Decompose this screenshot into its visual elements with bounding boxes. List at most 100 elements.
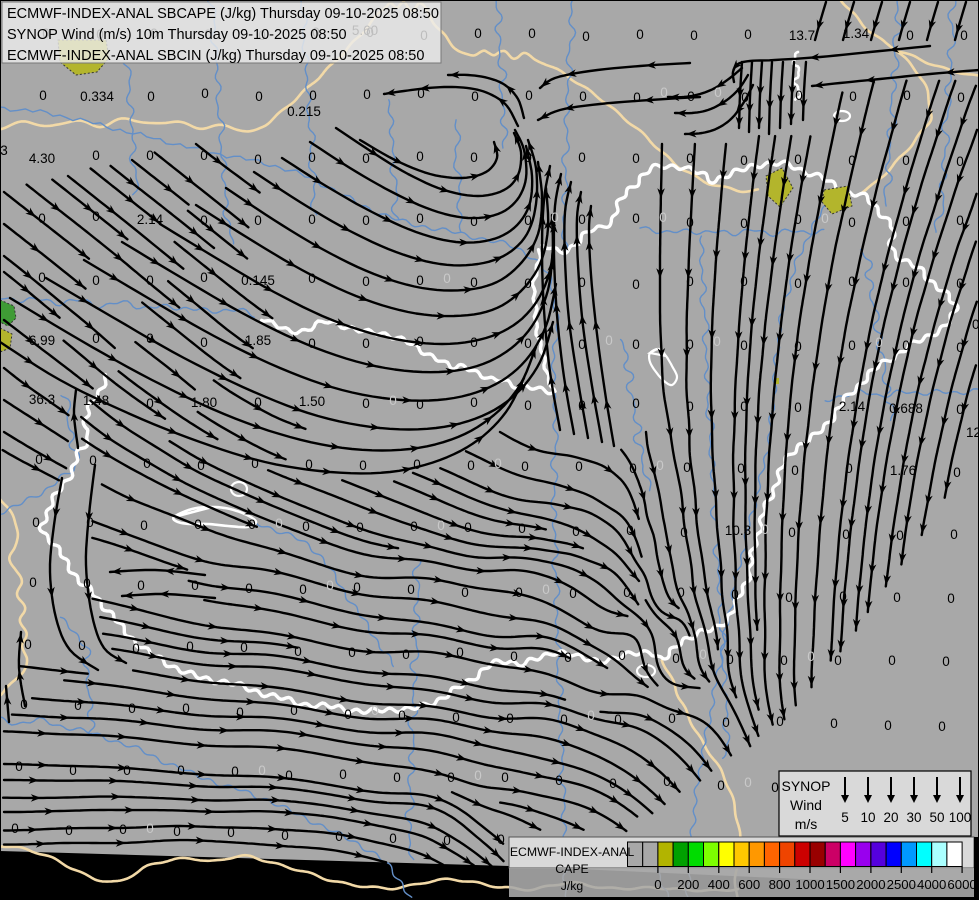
svg-text:0: 0 xyxy=(686,399,694,414)
svg-text:0: 0 xyxy=(578,398,586,413)
svg-text:0: 0 xyxy=(177,763,185,778)
svg-text:0: 0 xyxy=(902,338,910,353)
svg-text:0: 0 xyxy=(417,86,425,101)
svg-text:0: 0 xyxy=(89,453,97,468)
svg-text:0: 0 xyxy=(35,452,43,467)
svg-text:0: 0 xyxy=(464,520,472,535)
svg-text:0: 0 xyxy=(20,697,28,712)
svg-text:0: 0 xyxy=(524,276,532,291)
svg-text:0: 0 xyxy=(362,213,370,228)
svg-text:0: 0 xyxy=(416,149,424,164)
svg-text:0: 0 xyxy=(632,151,640,166)
svg-text:0.145: 0.145 xyxy=(241,273,275,288)
svg-text:0: 0 xyxy=(888,653,896,668)
svg-text:0: 0 xyxy=(255,89,263,104)
svg-text:0: 0 xyxy=(726,652,734,667)
svg-text:ECMWF-INDEX-ANAL: ECMWF-INDEX-ANAL xyxy=(510,845,634,859)
svg-text:0: 0 xyxy=(92,273,100,288)
svg-text:4.30: 4.30 xyxy=(29,151,55,166)
svg-text:20: 20 xyxy=(883,810,898,825)
svg-text:0: 0 xyxy=(182,701,190,716)
svg-text:0: 0 xyxy=(254,152,262,167)
svg-text:0: 0 xyxy=(92,209,100,224)
svg-text:0: 0 xyxy=(938,719,946,734)
svg-text:0: 0 xyxy=(683,460,691,475)
svg-text:0: 0 xyxy=(569,586,577,601)
svg-text:0: 0 xyxy=(413,457,421,472)
svg-text:CAPE: CAPE xyxy=(555,862,589,876)
svg-text:0: 0 xyxy=(86,515,94,530)
svg-text:0: 0 xyxy=(687,89,695,104)
svg-text:0: 0 xyxy=(146,148,154,163)
svg-text:6.99: 6.99 xyxy=(29,333,55,348)
svg-text:0: 0 xyxy=(389,831,397,846)
svg-text:0: 0 xyxy=(942,654,950,669)
svg-text:0: 0 xyxy=(636,27,644,42)
svg-text:0: 0 xyxy=(740,216,748,231)
svg-text:200: 200 xyxy=(677,877,699,892)
svg-text:0: 0 xyxy=(119,822,127,837)
svg-text:0: 0 xyxy=(132,641,140,656)
svg-text:0: 0 xyxy=(524,150,532,165)
svg-text:1.80: 1.80 xyxy=(191,395,217,410)
svg-text:2500: 2500 xyxy=(887,877,916,892)
svg-text:0: 0 xyxy=(461,585,469,600)
svg-text:36.3: 36.3 xyxy=(29,392,55,407)
svg-text:0: 0 xyxy=(587,708,595,723)
svg-text:0: 0 xyxy=(128,701,136,716)
svg-text:600: 600 xyxy=(738,877,760,892)
svg-text:0: 0 xyxy=(957,90,965,105)
svg-text:0.17: 0.17 xyxy=(972,317,979,332)
svg-text:0: 0 xyxy=(191,578,199,593)
svg-text:0: 0 xyxy=(578,212,586,227)
svg-text:0: 0 xyxy=(663,774,671,789)
svg-text:0: 0 xyxy=(510,649,518,664)
svg-text:1.76: 1.76 xyxy=(890,463,916,478)
svg-text:0: 0 xyxy=(227,825,235,840)
svg-text:0: 0 xyxy=(744,27,752,42)
svg-text:0: 0 xyxy=(848,215,856,230)
svg-text:0: 0 xyxy=(140,518,148,533)
svg-text:0: 0 xyxy=(38,211,46,226)
svg-text:0: 0 xyxy=(15,759,23,774)
svg-text:0: 0 xyxy=(308,212,316,227)
svg-text:0: 0 xyxy=(830,716,838,731)
svg-text:1.85: 1.85 xyxy=(245,333,271,348)
svg-text:0: 0 xyxy=(474,768,482,783)
svg-text:0: 0 xyxy=(38,270,46,285)
svg-text:0: 0 xyxy=(740,338,748,353)
svg-text:0: 0 xyxy=(956,340,964,355)
svg-text:0: 0 xyxy=(201,86,209,101)
svg-text:0: 0 xyxy=(633,90,641,105)
svg-text:0: 0 xyxy=(470,275,478,290)
svg-text:0: 0 xyxy=(609,776,617,791)
svg-text:0: 0 xyxy=(359,458,367,473)
svg-text:0: 0 xyxy=(845,461,853,476)
svg-text:0: 0 xyxy=(410,519,418,534)
svg-text:0: 0 xyxy=(240,640,248,655)
svg-text:10: 10 xyxy=(860,810,875,825)
svg-text:0: 0 xyxy=(501,770,509,785)
svg-text:0: 0 xyxy=(524,336,532,351)
svg-text:0: 0 xyxy=(848,153,856,168)
svg-text:1500: 1500 xyxy=(826,877,855,892)
svg-text:0: 0 xyxy=(353,580,361,595)
svg-text:0: 0 xyxy=(560,712,568,727)
svg-text:SYNOP Wind (m/s) 10m Thursday: SYNOP Wind (m/s) 10m Thursday 09-10-2025… xyxy=(7,27,347,43)
svg-text:0: 0 xyxy=(956,276,964,291)
svg-text:2000: 2000 xyxy=(856,877,885,892)
svg-text:0: 0 xyxy=(686,337,694,352)
svg-text:0: 0 xyxy=(363,87,371,102)
svg-text:ECMWF-INDEX-ANAL SBCIN (J/kg): ECMWF-INDEX-ANAL SBCIN (J/kg) Thursday 0… xyxy=(7,48,424,64)
svg-text:0: 0 xyxy=(564,650,572,665)
svg-text:0: 0 xyxy=(146,396,154,411)
svg-text:0: 0 xyxy=(575,459,583,474)
svg-text:0: 0 xyxy=(839,589,847,604)
svg-text:0: 0 xyxy=(443,833,451,848)
svg-text:0: 0 xyxy=(686,215,694,230)
svg-text:0: 0 xyxy=(251,456,259,471)
svg-text:0: 0 xyxy=(470,395,478,410)
svg-text:0: 0 xyxy=(555,773,563,788)
svg-text:SYNOP: SYNOP xyxy=(781,778,830,794)
svg-text:Wind: Wind xyxy=(790,797,822,813)
